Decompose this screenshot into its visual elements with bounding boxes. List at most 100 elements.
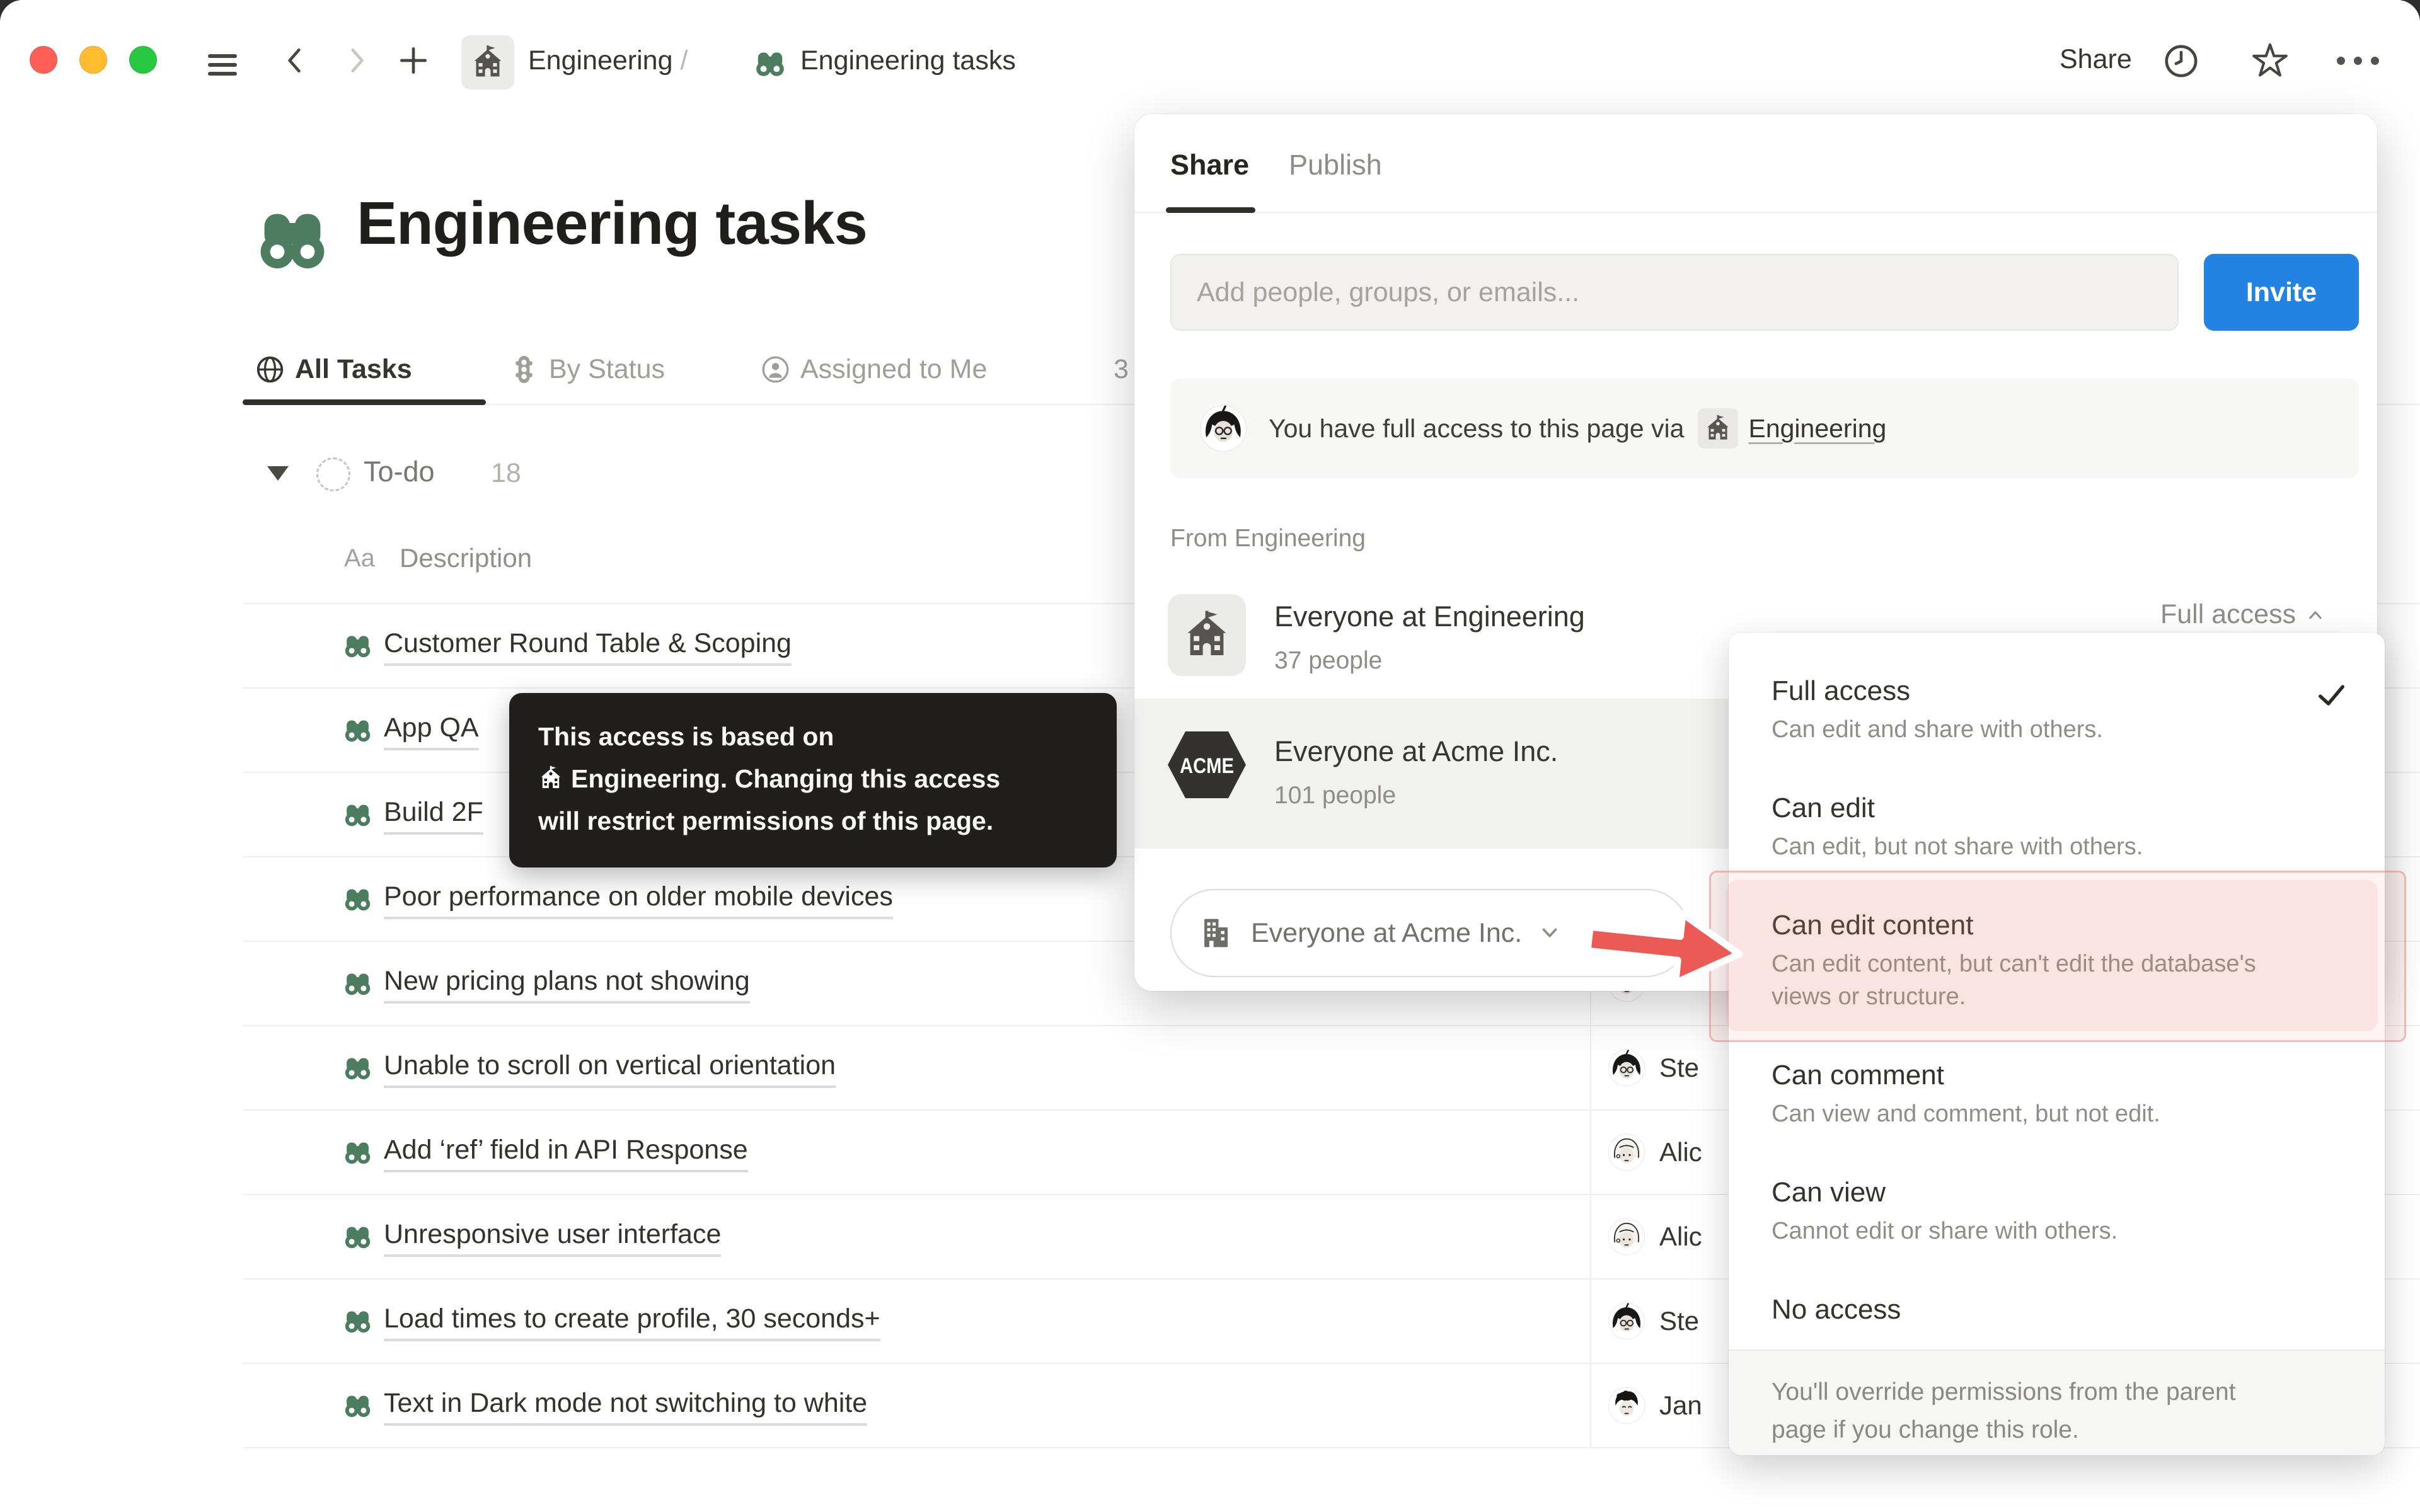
active-tab-underline	[243, 399, 486, 405]
more-options-icon[interactable]	[2337, 57, 2379, 65]
avatar	[1608, 1302, 1645, 1340]
menu-item-description: Can edit and share with others.	[1772, 713, 2269, 746]
menu-item-no-access[interactable]: No access	[1729, 1269, 2385, 1349]
access-notice: You have full access to this page via En…	[1170, 379, 2359, 478]
tab-assigned-to-me[interactable]: Assigned to Me	[761, 354, 987, 385]
menu-item-description: Cannot edit or share with others.	[1772, 1215, 2269, 1247]
group-count: 18	[491, 458, 521, 489]
binoculars-icon	[343, 1053, 372, 1082]
tab-label: Assigned to Me	[800, 354, 987, 385]
assignee-name: Alic	[1659, 1222, 1702, 1252]
todo-status-icon	[316, 457, 350, 491]
forward-icon[interactable]	[340, 44, 373, 77]
back-icon[interactable]	[279, 44, 311, 77]
menu-footer: You'll override permissions from the par…	[1729, 1349, 2385, 1455]
checkmark-icon	[2314, 678, 2348, 712]
avatar	[1608, 1049, 1645, 1087]
task-title[interactable]: Customer Round Table & Scoping	[384, 628, 792, 666]
task-title[interactable]: Build 2F	[384, 797, 483, 835]
menu-item-can-edit[interactable]: Can edit Can edit, but not share with ot…	[1729, 767, 2385, 885]
globe-icon	[255, 355, 285, 384]
binoculars-icon	[343, 1306, 372, 1336]
star-icon[interactable]	[2251, 42, 2289, 79]
invite-input[interactable]	[1170, 254, 2179, 331]
tooltip-line2: . Changing this access	[720, 764, 1000, 793]
task-title[interactable]: App QA	[384, 713, 479, 750]
notice-text: You have full access to this page via	[1269, 414, 1684, 444]
binoculars-icon	[343, 715, 372, 745]
role-label: Full access	[2160, 599, 2296, 630]
task-title[interactable]: Unresponsive user interface	[384, 1219, 721, 1257]
tab-publish[interactable]: Publish	[1289, 149, 1382, 181]
task-title[interactable]: Add ‘ref’ field in API Response	[384, 1135, 748, 1172]
group-members: 37 people	[1274, 647, 1382, 675]
menu-item-title: No access	[1772, 1292, 2349, 1328]
scope-selector[interactable]: Everyone at Acme Inc.	[1170, 889, 1690, 977]
invite-button[interactable]: Invite	[2204, 254, 2359, 331]
binoculars-icon	[343, 1137, 372, 1167]
binoculars-icon	[343, 968, 372, 998]
menu-item-title: Can view	[1772, 1174, 2349, 1211]
group-name[interactable]: To-do	[364, 455, 435, 488]
titlebar: Engineering / Engineering tasks Share	[0, 0, 2420, 94]
menu-item-description: Can edit content, but can't edit the dat…	[1772, 948, 2269, 1013]
tab-all-tasks[interactable]: All Tasks	[255, 354, 412, 385]
menu-item-can-edit-content[interactable]: Can edit content Can edit content, but c…	[1729, 885, 2385, 1034]
role-menu: Full access Can edit and share with othe…	[1729, 633, 2385, 1455]
tab-label: By Status	[549, 354, 665, 385]
new-page-icon[interactable]	[397, 44, 430, 77]
menu-item-title: Full access	[1772, 673, 2349, 709]
chevron-up-icon	[2305, 604, 2326, 626]
assignee-name: Alic	[1659, 1137, 1702, 1167]
avatar	[1608, 1387, 1645, 1424]
section-label: From Engineering	[1170, 525, 1366, 553]
binoculars-icon	[343, 1222, 372, 1251]
binoculars-icon	[343, 631, 372, 660]
role-dropdown-trigger[interactable]: Full access	[2160, 599, 2326, 630]
breadcrumb-workspace[interactable]: Engineering	[528, 45, 673, 76]
tab-share[interactable]: Share	[1170, 149, 1249, 181]
tab-label: All Tasks	[295, 354, 412, 385]
school-icon	[538, 765, 563, 791]
group-collapse-triangle[interactable]	[267, 466, 289, 481]
sidebar-toggle-icon[interactable]	[208, 49, 241, 81]
notice-workspace-link[interactable]: Engineering	[1748, 414, 1886, 444]
tab-by-status[interactable]: By Status	[509, 354, 665, 385]
task-title[interactable]: Text in Dark mode not switching to white	[384, 1388, 867, 1426]
task-title[interactable]: New pricing plans not showing	[384, 966, 750, 1004]
menu-item-can-view[interactable]: Can view Cannot edit or share with other…	[1729, 1152, 2385, 1269]
menu-item-description: Can edit, but not share with others.	[1772, 830, 2269, 863]
breadcrumb[interactable]: Engineering /	[528, 45, 688, 76]
scope-label: Everyone at Acme Inc.	[1251, 918, 1522, 949]
tab-more-count[interactable]: 3	[1114, 354, 1129, 385]
tooltip-org: Engineering	[571, 764, 720, 793]
breadcrumb-page[interactable]: Engineering tasks	[800, 45, 1016, 76]
app-window: Engineering / Engineering tasks Share En…	[0, 0, 2420, 1512]
dialog-divider	[1134, 212, 2377, 213]
task-title[interactable]: Unable to scroll on vertical orientation	[384, 1050, 836, 1088]
chevron-down-icon	[1537, 920, 1562, 946]
menu-item-can-comment[interactable]: Can comment Can view and comment, but no…	[1729, 1034, 2385, 1152]
page-icon-binoculars[interactable]	[255, 200, 330, 276]
clock-icon[interactable]	[2163, 43, 2199, 79]
school-icon	[1698, 408, 1738, 449]
tooltip-line3: will restrict permissions of this page.	[538, 806, 993, 835]
menu-item-title: Can edit	[1772, 790, 2349, 827]
minimize-window-button[interactable]	[79, 46, 107, 74]
person-icon	[761, 355, 790, 384]
zoom-window-button[interactable]	[129, 46, 157, 74]
avatar	[1608, 1133, 1645, 1171]
menu-item-full-access[interactable]: Full access Can edit and share with othe…	[1729, 650, 2385, 767]
menu-item-title: Can edit content	[1772, 907, 2349, 944]
breadcrumb-workspace-icon[interactable]	[461, 35, 514, 89]
task-title[interactable]: Poor performance on older mobile devices	[384, 881, 893, 919]
breadcrumb-separator: /	[680, 45, 688, 76]
tooltip-line1: This access is based on	[538, 722, 834, 751]
group-members: 101 people	[1274, 782, 1396, 810]
group-name: Everyone at Engineering	[1274, 600, 1585, 633]
column-header[interactable]: Description	[400, 543, 532, 573]
menu-item-title: Can comment	[1772, 1057, 2349, 1094]
close-window-button[interactable]	[30, 46, 57, 74]
share-button[interactable]: Share	[2060, 44, 2132, 75]
task-title[interactable]: Load times to create profile, 30 seconds…	[384, 1303, 880, 1341]
